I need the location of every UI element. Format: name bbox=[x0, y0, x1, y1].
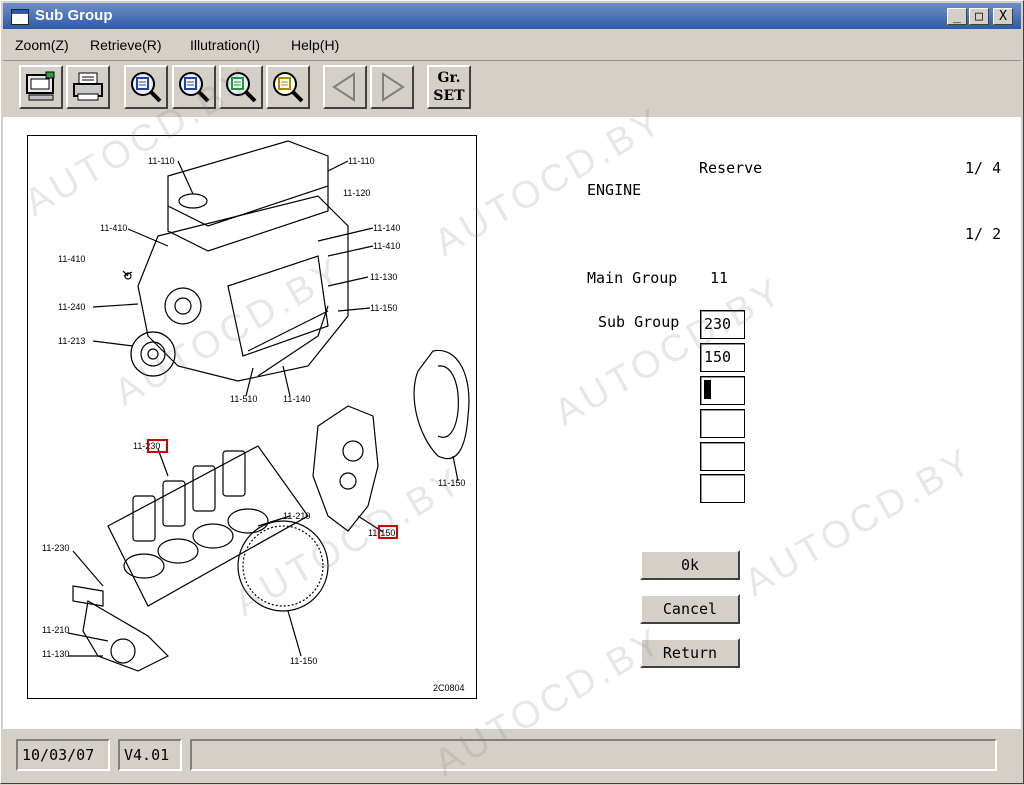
part-label[interactable]: 11-150 bbox=[368, 528, 395, 538]
part-label[interactable]: 11-140 bbox=[373, 223, 400, 233]
monitor-button[interactable] bbox=[19, 65, 63, 109]
menu-illustration[interactable]: Illutration(I) bbox=[190, 37, 260, 53]
part-label[interactable]: 11-130 bbox=[42, 649, 69, 659]
window-icon bbox=[11, 9, 29, 25]
engine-parts-diagram: 11-110 11-110 11-120 11-410 11-140 11-41… bbox=[42, 140, 470, 693]
main-group-label: Main Group bbox=[587, 269, 678, 287]
print-button[interactable] bbox=[66, 65, 110, 109]
magnifier-icon bbox=[179, 72, 210, 103]
sub-group-field-4[interactable] bbox=[700, 409, 745, 438]
part-label[interactable]: 11-140 bbox=[283, 394, 310, 404]
magnifier-icon bbox=[131, 72, 162, 103]
status-bar: 10/03/07 V4.01 bbox=[3, 735, 1021, 781]
illustration-panel[interactable]: 11-110 11-110 11-120 11-410 11-140 11-41… bbox=[27, 135, 477, 699]
text-cursor bbox=[704, 379, 711, 399]
grset-button[interactable]: Gr. SET bbox=[427, 65, 471, 109]
page-indicator-1: 1/ 4 bbox=[965, 159, 1002, 177]
title-bar[interactable]: Sub Group _ □ X bbox=[3, 3, 1021, 29]
main-group-value: 11 bbox=[710, 269, 729, 287]
main-content: 11-110 11-110 11-120 11-410 11-140 11-41… bbox=[3, 117, 1021, 729]
part-label[interactable]: 11-130 bbox=[370, 272, 397, 282]
zoom-button-1[interactable] bbox=[124, 65, 168, 109]
part-label[interactable]: 11-510 bbox=[230, 394, 257, 404]
zoom-button-3[interactable] bbox=[219, 65, 263, 109]
sub-group-label: Sub Group bbox=[598, 313, 680, 331]
reserve-label: Reserve bbox=[699, 159, 763, 177]
previous-button[interactable] bbox=[323, 65, 367, 109]
part-label[interactable]: 11-150 bbox=[290, 656, 317, 666]
sub-group-field-2[interactable]: 150 bbox=[700, 343, 745, 372]
diagram-code: 2C0804 bbox=[433, 683, 465, 693]
part-label[interactable]: 11-213 bbox=[58, 336, 85, 346]
sub-group-field-6[interactable] bbox=[700, 474, 745, 503]
sub-group-field-5[interactable] bbox=[700, 442, 745, 471]
status-message bbox=[190, 739, 997, 771]
part-label[interactable]: 11-240 bbox=[58, 302, 85, 312]
part-label[interactable]: 11-210 bbox=[42, 625, 69, 635]
printer-icon bbox=[73, 72, 103, 101]
arrow-left-icon bbox=[332, 72, 355, 102]
magnifier-icon bbox=[273, 72, 304, 103]
part-label[interactable]: 11-410 bbox=[100, 223, 127, 233]
magnifier-icon bbox=[226, 72, 257, 103]
monitor-icon bbox=[26, 71, 55, 101]
status-version: V4.01 bbox=[118, 739, 182, 771]
minimize-button[interactable]: _ bbox=[947, 8, 967, 25]
grset-label-line1: Gr. bbox=[437, 70, 461, 86]
application-window: Sub Group _ □ X Zoom(Z) Retrieve(R) Illu… bbox=[0, 0, 1024, 785]
next-button[interactable] bbox=[370, 65, 414, 109]
part-label[interactable]: 11-120 bbox=[343, 188, 370, 198]
status-date: 10/03/07 bbox=[16, 739, 110, 771]
close-button[interactable]: X bbox=[993, 8, 1013, 25]
maximize-button[interactable]: □ bbox=[969, 8, 989, 25]
sub-group-field-1[interactable]: 230 bbox=[700, 310, 745, 339]
part-label[interactable]: 11-230 bbox=[133, 441, 160, 451]
ok-button[interactable]: 0k bbox=[640, 550, 740, 580]
menu-zoom[interactable]: Zoom(Z) bbox=[15, 37, 69, 53]
part-label[interactable]: 11-410 bbox=[373, 241, 400, 251]
part-label[interactable]: 11-110 bbox=[148, 156, 175, 166]
page-indicator-2: 1/ 2 bbox=[965, 225, 1002, 243]
part-label[interactable]: 11-150 bbox=[370, 303, 397, 313]
part-label[interactable]: 11-150 bbox=[438, 478, 465, 488]
return-button[interactable]: Return bbox=[640, 638, 740, 668]
part-label[interactable]: 11-110 bbox=[348, 156, 375, 166]
arrow-right-icon bbox=[382, 72, 405, 102]
part-label[interactable]: 11-410 bbox=[58, 254, 85, 264]
grset-label-line2: SET bbox=[433, 88, 465, 104]
toolbar: Gr. SET bbox=[3, 60, 1021, 115]
part-label[interactable]: 11-230 bbox=[42, 543, 69, 553]
group-name: ENGINE bbox=[587, 181, 642, 199]
menu-bar: Zoom(Z) Retrieve(R) Illutration(I) Help(… bbox=[3, 34, 1021, 56]
menu-retrieve[interactable]: Retrieve(R) bbox=[90, 37, 162, 53]
sub-group-field-3[interactable] bbox=[700, 376, 745, 405]
menu-help[interactable]: Help(H) bbox=[291, 37, 339, 53]
cancel-button[interactable]: Cancel bbox=[640, 594, 740, 624]
zoom-button-4[interactable] bbox=[266, 65, 310, 109]
window-title: Sub Group bbox=[35, 7, 113, 24]
zoom-button-2[interactable] bbox=[172, 65, 216, 109]
part-label[interactable]: 11-210 bbox=[283, 511, 310, 521]
